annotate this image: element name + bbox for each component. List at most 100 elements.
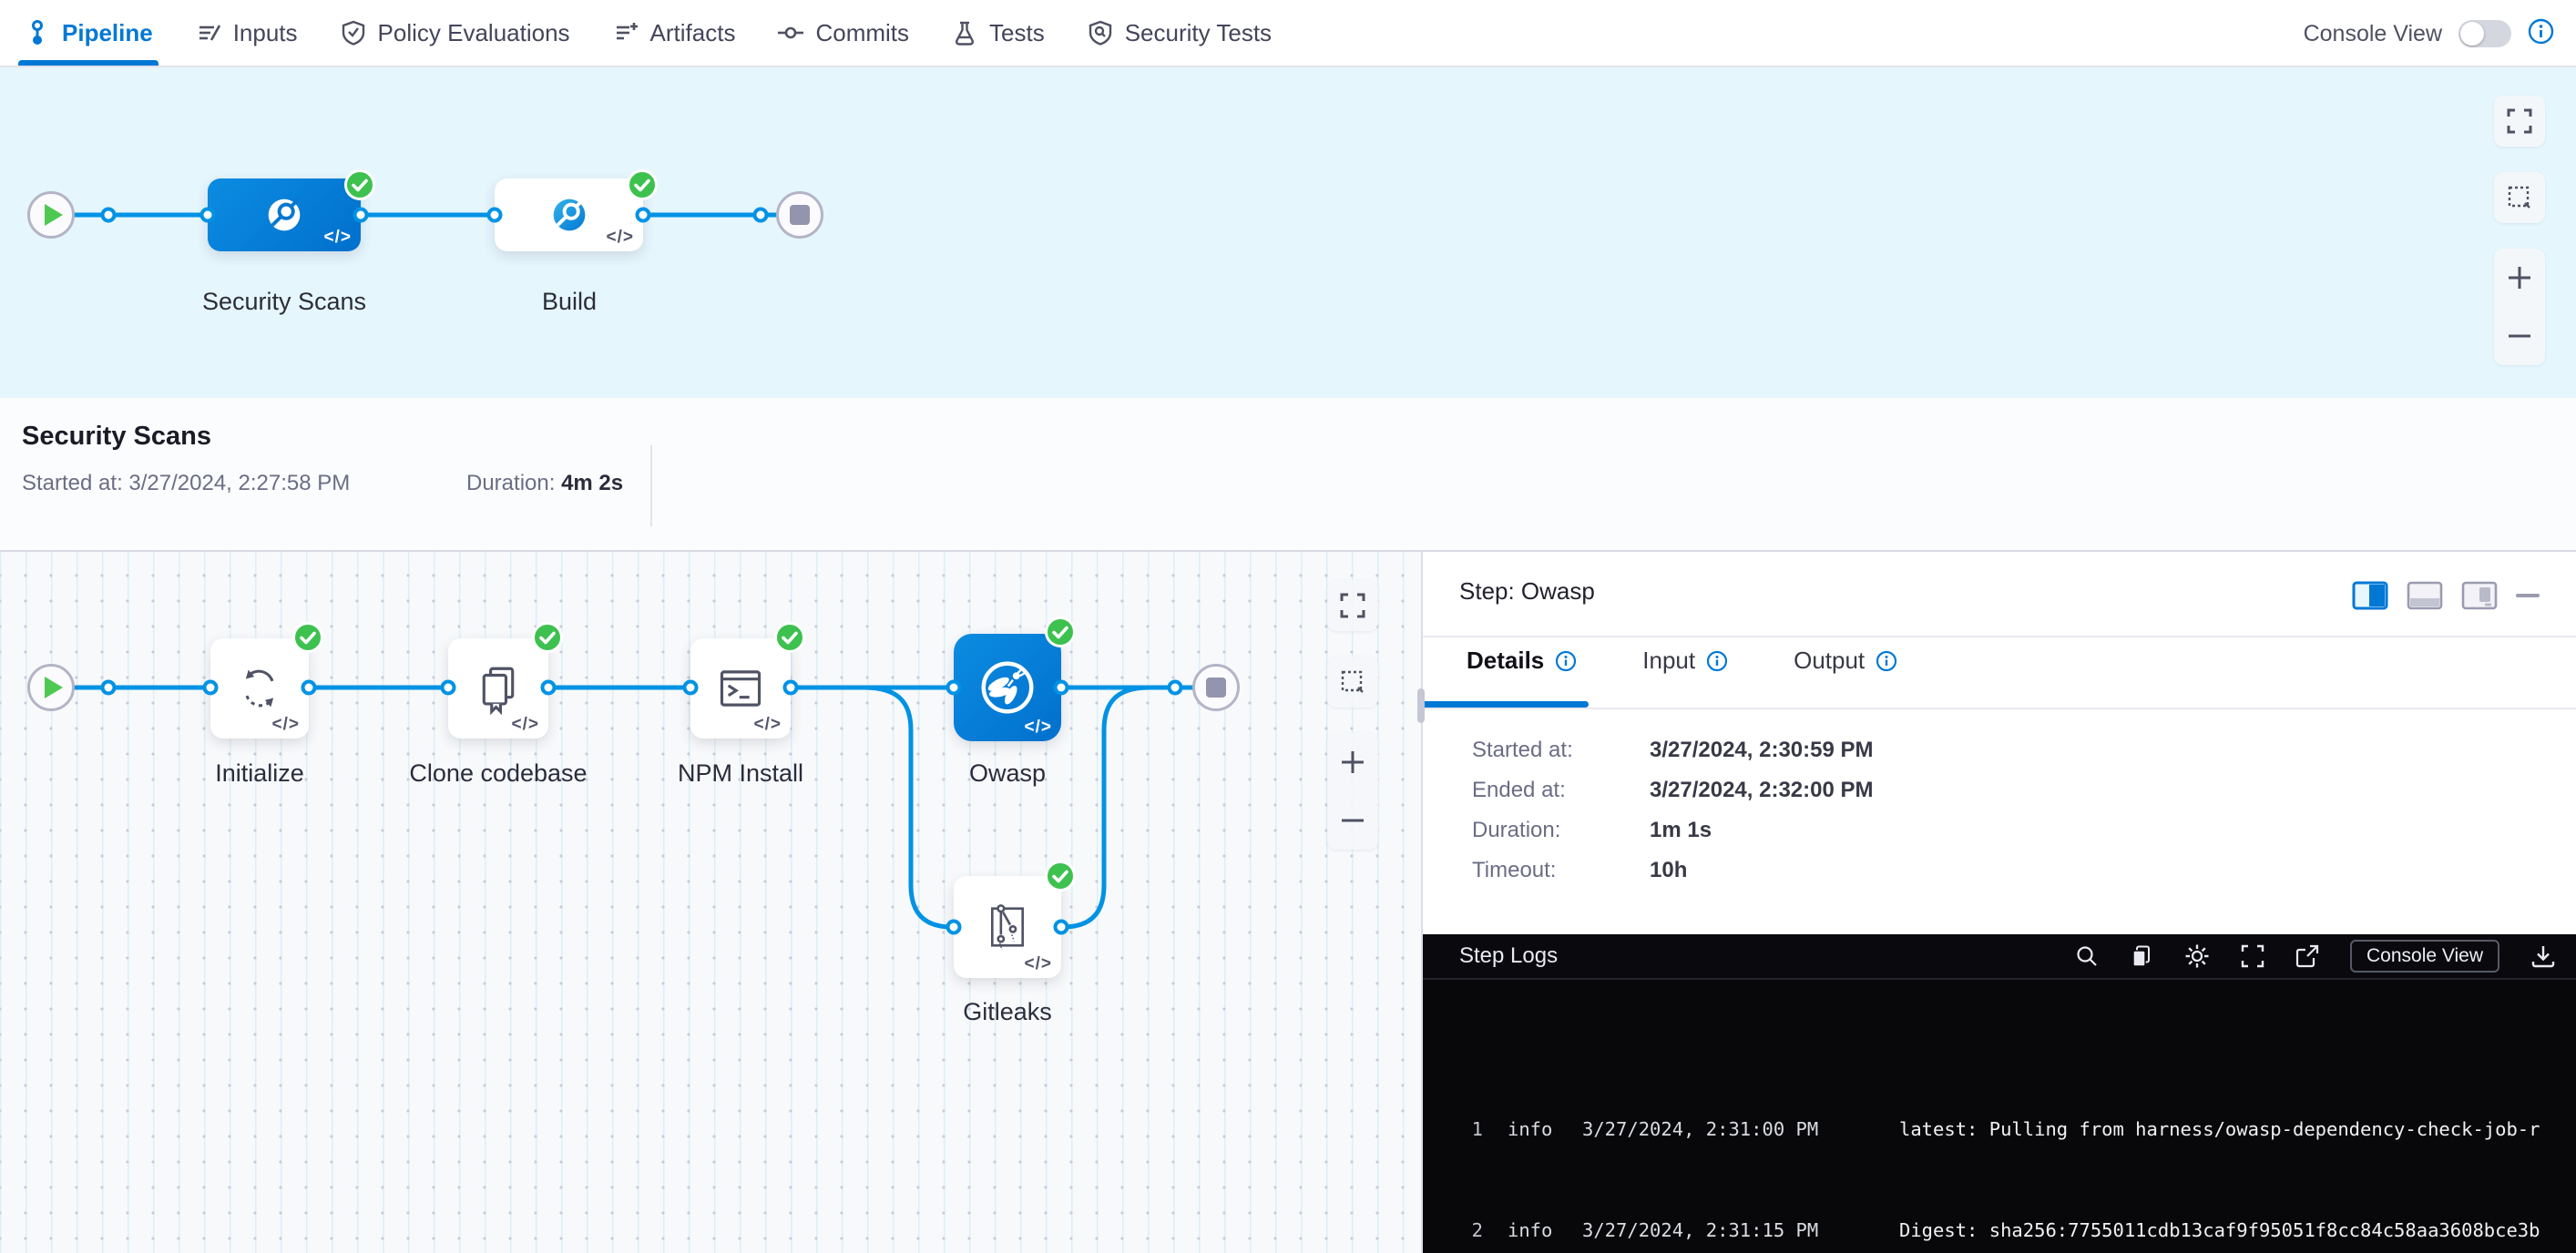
zoom-controls (1327, 733, 1378, 850)
tab-pipeline[interactable]: Pipeline (24, 0, 153, 66)
field-row: Duration: 1m 1s (1472, 810, 1874, 851)
field-row: Timeout: 10h (1472, 851, 1874, 891)
zoom-in-button[interactable] (2494, 249, 2545, 307)
stage-label[interactable]: Security Scans (202, 288, 366, 316)
toggle-knob (2460, 22, 2484, 46)
stage-info-bar: Security Scans Started at: 3/27/2024, 2:… (0, 398, 2576, 552)
log-line-number: 1 (1459, 1113, 1483, 1146)
step-details-fields: Started at: 3/27/2024, 2:30:59 PM Ended … (1472, 730, 1874, 891)
download-icon[interactable] (2530, 943, 2556, 969)
settings-gear-icon[interactable] (2184, 943, 2210, 969)
ci-stage-icon (546, 191, 593, 239)
info-icon[interactable] (1876, 650, 1897, 672)
code-tag-icon: </> (1025, 718, 1052, 738)
graph-start-node[interactable] (27, 664, 75, 711)
console-view-button[interactable]: Console View (2350, 940, 2499, 973)
fullscreen-icon[interactable] (2241, 944, 2264, 968)
stage-end-node[interactable] (776, 191, 823, 239)
copy-icon[interactable] (2130, 944, 2153, 968)
step-panel-tabs: Details Input Output (1467, 647, 1897, 675)
stage-node-build[interactable]: </> (495, 178, 643, 251)
clone-codebase-icon (472, 662, 525, 715)
console-view-label: Console View (2304, 21, 2442, 47)
zoom-out-button[interactable] (2494, 307, 2545, 365)
graph-end-node[interactable] (1192, 664, 1240, 711)
active-tab-indicator (1423, 701, 1589, 708)
commit-icon (777, 19, 804, 46)
wire-port (783, 680, 799, 696)
layout-split-right-icon[interactable] (2352, 581, 2388, 615)
step-label[interactable]: NPM Install (678, 759, 803, 788)
zoom-out-button[interactable] (1327, 791, 1378, 850)
graph-canvas-controls (1327, 580, 1378, 850)
fullscreen-button[interactable] (2494, 96, 2545, 147)
tab-inputs[interactable]: Inputs (195, 0, 298, 66)
multi-select-button[interactable] (2494, 172, 2545, 223)
stage-wires (0, 67, 2576, 398)
stage-pipeline-canvas[interactable]: </> </> Security Scans Build (0, 67, 2576, 398)
stage-node-security-scans[interactable]: </> (208, 178, 361, 251)
step-label[interactable]: Clone codebase (409, 759, 587, 788)
stage-title: Security Scans (22, 422, 211, 452)
tab-output[interactable]: Output (1794, 647, 1897, 675)
tab-commits[interactable]: Commits (777, 0, 909, 66)
step-node-owasp[interactable]: </> (954, 634, 1061, 741)
log-line-number: 2 (1459, 1214, 1483, 1248)
field-label: Started at: (1472, 738, 1650, 763)
stage-start-node[interactable] (27, 191, 75, 239)
tab-label: Security Tests (1125, 19, 1272, 47)
stop-icon (790, 205, 810, 225)
step-logs-output[interactable]: 1info3/27/2024, 2:31:00 PMlatest: Pullin… (1423, 980, 2576, 1253)
panel-resize-handle[interactable] (1417, 688, 1425, 723)
wire-port (1168, 680, 1183, 696)
tab-policy-evaluations[interactable]: Policy Evaluations (340, 0, 570, 66)
step-label[interactable]: Initialize (215, 759, 304, 788)
wire-port (353, 208, 369, 223)
layout-floating-icon[interactable] (2461, 581, 2498, 615)
tab-label: Output (1794, 647, 1865, 675)
step-graph-canvas[interactable]: </> </> </> (0, 552, 1421, 1253)
tab-label: Artifacts (650, 19, 736, 47)
zoom-in-button[interactable] (1327, 733, 1378, 791)
wire-port (946, 920, 962, 935)
search-icon[interactable] (2075, 944, 2099, 968)
stage-label[interactable]: Build (542, 288, 597, 316)
wire-port (200, 208, 216, 223)
npm-install-icon (714, 662, 767, 715)
step-label[interactable]: Gitleaks (963, 998, 1052, 1026)
nav-tabs: Pipeline Inputs Policy Evaluations Artif… (24, 0, 1272, 66)
code-tag-icon: </> (607, 228, 634, 248)
wire-port (683, 680, 699, 696)
open-external-icon[interactable] (2295, 944, 2319, 968)
tab-input[interactable]: Input (1642, 647, 1728, 675)
info-icon[interactable] (2528, 18, 2554, 49)
log-timestamp: 3/27/2024, 2:31:15 PM (1582, 1214, 1837, 1248)
tab-tests[interactable]: Tests (951, 0, 1045, 66)
info-icon[interactable] (1555, 650, 1577, 672)
step-label[interactable]: Owasp (969, 759, 1046, 788)
console-view-toggle[interactable] (2458, 20, 2511, 47)
info-icon[interactable] (1706, 650, 1728, 672)
layout-split-bottom-icon[interactable] (2407, 581, 2443, 615)
tab-security-tests[interactable]: Security Tests (1087, 0, 1272, 66)
success-badge (1044, 616, 1077, 648)
tab-details[interactable]: Details (1467, 647, 1577, 675)
multi-select-button[interactable] (1327, 657, 1378, 708)
tab-artifacts[interactable]: Artifacts (612, 0, 736, 66)
nav-right-controls: Console View (2304, 0, 2554, 67)
log-message: Digest: sha256:7755011cdb13caf9f95051f8c… (1899, 1214, 2540, 1248)
owasp-icon (975, 655, 1040, 720)
ci-stage-icon (261, 191, 308, 239)
wire-port (441, 680, 456, 696)
stage-duration: Duration: 4m 2s (466, 471, 623, 496)
step-logs-header: Step Logs Console View (1423, 934, 2576, 980)
stop-icon (1206, 677, 1226, 698)
step-logs-toolbar: Console View (2075, 940, 2576, 973)
shield-scan-icon (1087, 19, 1114, 46)
minimize-panel-icon[interactable] (2516, 581, 2540, 615)
code-tag-icon: </> (754, 715, 782, 735)
tab-label: Details (1467, 647, 1544, 675)
success-badge (531, 621, 564, 654)
inputs-icon (195, 19, 222, 46)
fullscreen-button[interactable] (1327, 580, 1378, 631)
